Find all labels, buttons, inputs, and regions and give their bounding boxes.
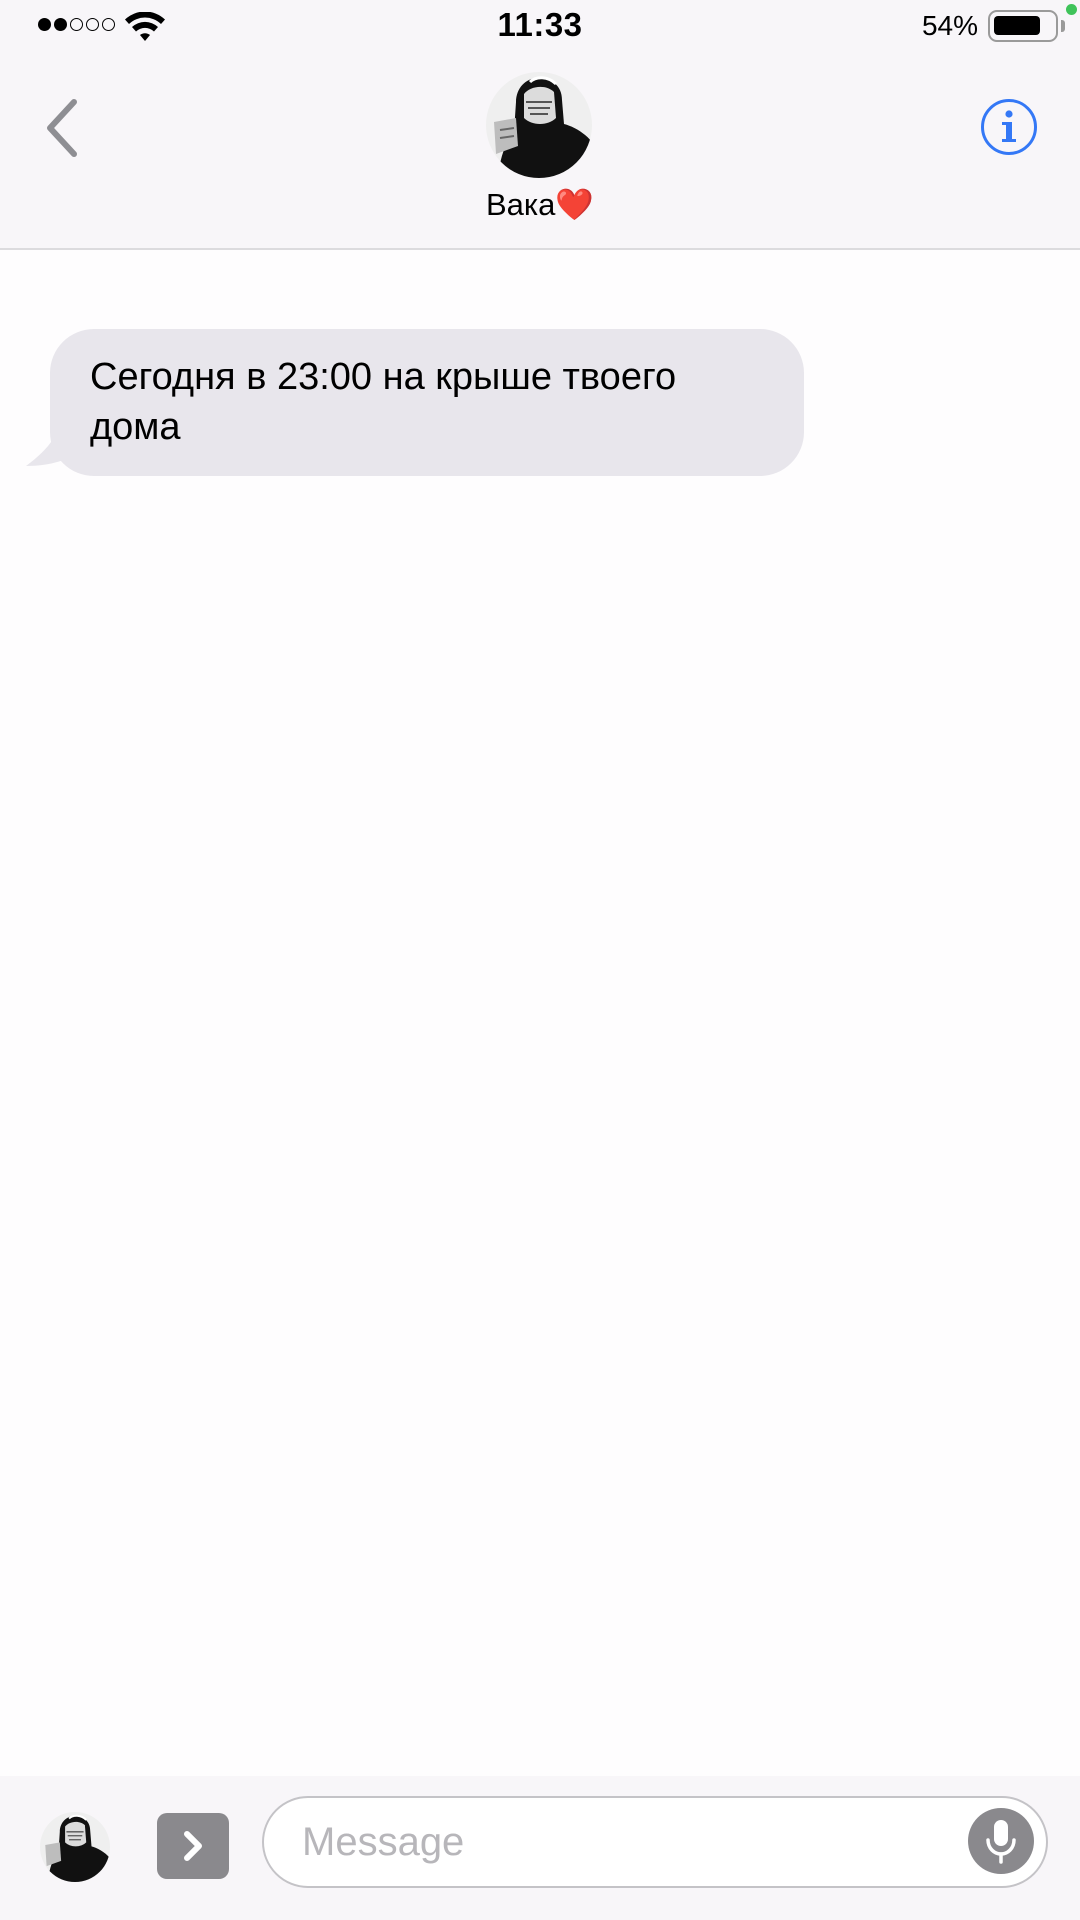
battery-level-fill bbox=[994, 16, 1040, 35]
microphone-button[interactable] bbox=[968, 1808, 1034, 1874]
chevron-right-icon bbox=[184, 1831, 202, 1861]
info-button[interactable] bbox=[980, 98, 1038, 156]
message-input-field[interactable] bbox=[262, 1796, 1048, 1888]
message-input-bar bbox=[0, 1776, 1080, 1920]
incoming-message-bubble[interactable]: Сегодня в 23:00 на крыше твоего дома bbox=[50, 329, 804, 476]
clock-time: 11:33 bbox=[497, 6, 583, 43]
message-list[interactable]: Сегодня в 23:00 на крыше твоего дома bbox=[0, 250, 1080, 1776]
expand-apps-button[interactable] bbox=[157, 1813, 229, 1879]
microphone-icon bbox=[986, 1820, 1016, 1864]
chevron-left-icon bbox=[47, 99, 77, 157]
app-drawer-avatar-button[interactable] bbox=[40, 1812, 110, 1882]
message-input[interactable] bbox=[302, 1820, 902, 1865]
back-button[interactable] bbox=[40, 96, 90, 160]
battery-icon bbox=[988, 10, 1058, 42]
contact-name[interactable]: Вака❤️ bbox=[0, 186, 1080, 223]
avatar-image bbox=[40, 1812, 110, 1882]
contact-avatar[interactable] bbox=[486, 72, 592, 178]
avatar-image bbox=[486, 72, 592, 178]
info-icon bbox=[981, 99, 1037, 155]
bubble-tail bbox=[26, 408, 86, 466]
battery-percent: 54% bbox=[921, 10, 978, 41]
status-bar: 11:33 54% bbox=[0, 0, 1080, 52]
battery-cap bbox=[1061, 20, 1065, 32]
privacy-indicator-dot bbox=[1066, 4, 1077, 15]
